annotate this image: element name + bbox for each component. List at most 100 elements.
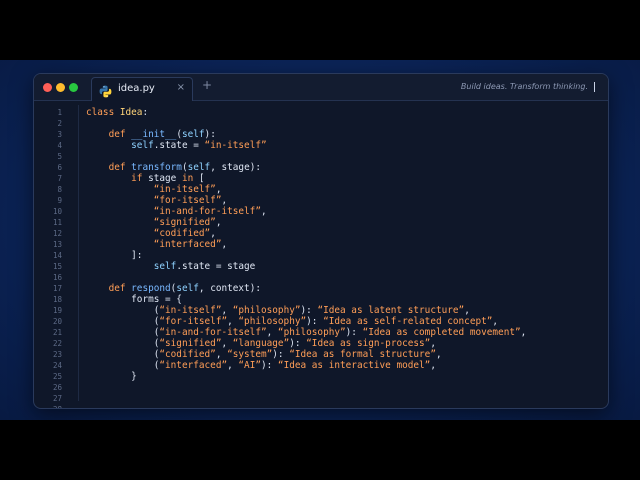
python-icon bbox=[99, 83, 112, 102]
code-token: “signified” bbox=[153, 217, 216, 228]
code-token: “interfaced” bbox=[153, 239, 222, 250]
code-token: “for-itself” bbox=[159, 316, 228, 327]
code-line[interactable]: 15 self.state = stage bbox=[34, 261, 608, 272]
code-token: “in-and-for-itself” bbox=[159, 327, 267, 338]
code-token: self bbox=[131, 140, 154, 151]
line-number: 2 bbox=[57, 119, 62, 128]
code-token: , bbox=[520, 327, 527, 338]
code-text: def respond(self, context): bbox=[86, 283, 261, 294]
close-window-button[interactable] bbox=[43, 83, 52, 92]
text-cursor bbox=[594, 82, 595, 92]
code-line[interactable]: 10 “in-and-for-itself”, bbox=[34, 206, 608, 217]
line-number: 26 bbox=[52, 383, 62, 392]
code-line[interactable]: 22 (“signified”, “language”): “Idea as s… bbox=[34, 338, 608, 349]
letterbox-bottom bbox=[0, 420, 640, 480]
code-text: (“interfaced”, “AI”): “Idea as interacti… bbox=[86, 360, 436, 371]
code-line[interactable]: 7 if stage in [ bbox=[34, 173, 608, 184]
code-token: } bbox=[86, 371, 137, 382]
code-token: “in-itself” bbox=[204, 140, 267, 151]
new-tab-button[interactable]: + bbox=[202, 78, 212, 92]
code-token: .state = bbox=[153, 140, 205, 151]
code-line[interactable]: 25 } bbox=[34, 371, 608, 382]
code-line[interactable]: 4 self.state = “in-itself” bbox=[34, 140, 608, 151]
code-token: , bbox=[221, 195, 228, 206]
code-token: ): bbox=[300, 305, 318, 316]
code-line[interactable]: 13 “interfaced”, bbox=[34, 239, 608, 250]
line-number: 4 bbox=[57, 141, 62, 150]
code-token: “codified” bbox=[159, 349, 216, 360]
code-line[interactable]: 3 def __init__(self): bbox=[34, 129, 608, 140]
code-line[interactable]: 12 “codified”, bbox=[34, 228, 608, 239]
code-line[interactable]: 27 bbox=[34, 393, 608, 404]
code-line[interactable]: 21 (“in-and-for-itself”, “philosophy”): … bbox=[34, 327, 608, 338]
code-token: [ bbox=[193, 173, 205, 184]
code-text: (“in-and-for-itself”, “philosophy”): “Id… bbox=[86, 327, 527, 338]
code-token: ( bbox=[86, 316, 160, 327]
code-line[interactable]: 5 bbox=[34, 151, 608, 162]
code-line[interactable]: 1 class Idea: bbox=[34, 107, 608, 118]
close-tab-icon[interactable]: × bbox=[177, 82, 185, 93]
code-token: “philosophy” bbox=[232, 305, 301, 316]
code-token: ): bbox=[289, 338, 307, 349]
code-text: forms = { bbox=[86, 294, 182, 305]
code-line[interactable]: 11 “signified”, bbox=[34, 217, 608, 228]
code-token: class bbox=[86, 107, 120, 118]
code-text: class Idea: bbox=[86, 107, 148, 118]
line-number: 23 bbox=[52, 350, 62, 359]
code-line[interactable]: 6 def transform(self, stage): bbox=[34, 162, 608, 173]
code-token: , bbox=[215, 217, 222, 228]
code-text: (“codified”, “system”): “Idea as formal … bbox=[86, 349, 442, 360]
code-token: “codified” bbox=[153, 228, 211, 239]
code-token: , bbox=[221, 338, 233, 349]
tab-label: idea.py bbox=[118, 83, 155, 94]
line-number: 6 bbox=[57, 163, 62, 172]
code-token: ( bbox=[86, 327, 160, 338]
code-text: “in-itself”, bbox=[86, 184, 222, 195]
tab-idea-py[interactable]: idea.py × bbox=[91, 77, 193, 101]
code-line[interactable]: 9 “for-itself”, bbox=[34, 195, 608, 206]
code-text: } bbox=[86, 371, 137, 382]
line-number: 22 bbox=[52, 339, 62, 348]
code-token: ( bbox=[86, 305, 160, 316]
code-token: “in-itself” bbox=[153, 184, 216, 195]
code-line[interactable]: 23 (“codified”, “system”): “Idea as form… bbox=[34, 349, 608, 360]
code-line[interactable]: 16 bbox=[34, 272, 608, 283]
code-text: self.state = stage bbox=[86, 261, 256, 272]
code-line[interactable]: 17 def respond(self, context): bbox=[34, 283, 608, 294]
code-token: “Idea as completed movement” bbox=[362, 327, 521, 338]
code-token: ): bbox=[306, 316, 324, 327]
code-token: : bbox=[142, 107, 149, 118]
code-text: “for-itself”, bbox=[86, 195, 227, 206]
code-line[interactable]: 26 bbox=[34, 382, 608, 393]
code-token: ): bbox=[272, 349, 290, 360]
code-line[interactable]: 18 forms = { bbox=[34, 294, 608, 305]
code-line[interactable]: 20 (“for-itself”, “philosophy”): “Idea a… bbox=[34, 316, 608, 327]
code-token: “for-itself” bbox=[153, 195, 222, 206]
line-number: 20 bbox=[52, 317, 62, 326]
code-editor[interactable]: 1 class Idea: 2 3 def __init__(self): 4 self… bbox=[34, 101, 608, 408]
code-token: ( bbox=[86, 360, 160, 371]
maximize-window-button[interactable] bbox=[69, 83, 78, 92]
code-token: ): bbox=[204, 129, 216, 140]
code-token: forms = { bbox=[86, 294, 182, 305]
code-line[interactable]: 24 (“interfaced”, “AI”): “Idea as intera… bbox=[34, 360, 608, 371]
code-text: “codified”, bbox=[86, 228, 216, 239]
code-line[interactable]: 8 “in-itself”, bbox=[34, 184, 608, 195]
code-text: self.state = “in-itself” bbox=[86, 140, 267, 151]
code-token: in bbox=[181, 173, 194, 184]
code-line[interactable]: 14 ]: bbox=[34, 250, 608, 261]
code-token: def bbox=[108, 162, 132, 173]
line-number: 24 bbox=[52, 361, 62, 370]
title-bar: idea.py × + Build ideas. Transform think… bbox=[34, 74, 608, 101]
line-number: 11 bbox=[52, 218, 62, 227]
code-token: , bbox=[435, 349, 442, 360]
code-line[interactable]: 19 (“in-itself”, “philosophy”): “Idea as… bbox=[34, 305, 608, 316]
code-line[interactable]: 2 bbox=[34, 118, 608, 129]
code-line[interactable]: 28 bbox=[34, 404, 608, 408]
minimize-window-button[interactable] bbox=[56, 83, 65, 92]
